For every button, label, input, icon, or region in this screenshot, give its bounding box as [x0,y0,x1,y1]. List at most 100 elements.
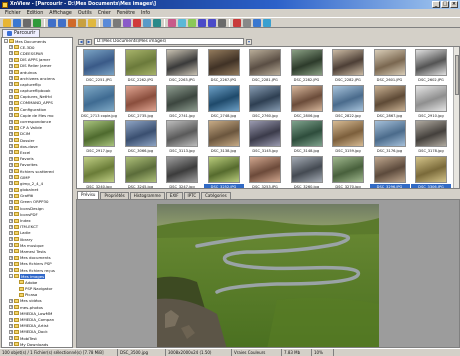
thumbnail[interactable]: DSC_2910.jpg [410,84,452,120]
expand-icon[interactable]: + [9,107,13,112]
expand-icon[interactable]: + [9,113,13,118]
expand-icon[interactable]: + [9,169,13,174]
expand-icon[interactable]: + [9,336,13,341]
thumbnail[interactable]: DSC_3296.JPG [369,155,411,188]
thumbnail[interactable]: DSC_2282.JPG [286,48,328,84]
convert-icon[interactable] [188,18,196,27]
thumbnail[interactable]: DSC_3252.JPG [203,155,245,188]
slideshow-icon[interactable] [168,18,176,27]
expand-icon[interactable]: + [9,329,13,334]
expand-icon[interactable]: + [9,156,13,161]
back-icon[interactable]: ◀ [78,38,84,45]
expand-icon[interactable]: + [9,45,13,50]
thumbnail[interactable]: DSC_2806.jpg [286,84,328,120]
expand-icon[interactable]: + [9,162,13,167]
thumbnail[interactable]: DSC_3145.jpg [244,119,286,155]
tab-preview-4[interactable]: IPTC [183,192,201,199]
expand-icon[interactable]: + [9,261,13,266]
expand-icon[interactable]: + [9,150,13,155]
menu-fichier[interactable]: Fichier [2,11,24,16]
thumbnail[interactable]: DSC_3176.jpg [369,119,411,155]
compare-icon[interactable] [178,18,186,27]
path-input[interactable]: D:\Mes Documents\Mes images\ [94,38,244,45]
delete-icon[interactable] [133,18,141,27]
thumbnail[interactable]: DSC_2917.jpg [78,119,120,155]
scrollbar-thumb[interactable] [455,55,459,95]
thumbnail[interactable]: DSC_2281.JPG [244,48,286,84]
menu-outils[interactable]: Outils [75,11,95,16]
view-icon[interactable] [153,18,161,27]
dropdown-chevron-icon[interactable]: ▾ [246,38,252,45]
expand-icon[interactable]: + [9,144,13,149]
expand-icon[interactable]: + [9,305,13,310]
thumbnail[interactable]: DSC_2741.jpg [161,84,203,120]
thumbnail[interactable]: DSC_3253.JPG [244,155,286,188]
thumbnail[interactable]: DSC_2760.jpg [244,84,286,120]
move-icon[interactable] [123,18,131,27]
thumbnail[interactable]: DSC_3240.jpg [78,155,120,188]
thumbnail[interactable]: DSC_2602.JPG [410,48,452,84]
expand-icon[interactable]: + [9,175,13,180]
thumbnail[interactable]: DSC_3306.JPG [410,155,452,188]
menu-info[interactable]: Info [138,11,153,16]
thumbnail[interactable]: DSC_3270.jpg [327,155,369,188]
minimize-icon[interactable]: _ [432,1,440,8]
thumbnails-icon[interactable] [103,18,111,27]
thumbnail[interactable]: DSC_2262.JPG [120,48,162,84]
tab-preview-1[interactable]: Propriétés [100,192,129,199]
rotate-right-icon[interactable] [208,18,216,27]
thumbnail[interactable]: DSC_3138.jpg [203,119,245,155]
menu-fenetre[interactable]: Fenêtre [114,11,138,16]
tab-preview-0[interactable]: Prévisu [77,191,100,199]
thumbnail[interactable]: DSC_3260.jpg [286,155,328,188]
thumbnail[interactable]: DSC_2263.JPG [161,48,203,84]
expand-icon[interactable]: + [9,181,13,186]
expand-icon[interactable]: + [9,125,13,130]
thumbnail-scrollbar[interactable] [453,47,459,188]
tab-preview-2[interactable]: Histogramme [129,192,165,199]
thumbnail[interactable]: DSC_2282.JPG [327,48,369,84]
expand-icon[interactable]: + [9,51,13,56]
forward-icon[interactable] [58,18,66,27]
thumbnail-grid[interactable]: DSC_3306.JPG DSC_3296.JPG DSC_3270.jpg DSC_… [76,46,460,189]
expand-icon[interactable]: + [9,249,13,254]
maximize-icon[interactable]: □ [441,1,449,8]
expand-icon[interactable]: + [9,342,13,347]
settings-icon[interactable] [243,18,251,27]
expand-icon[interactable]: + [9,82,13,87]
expand-icon[interactable]: + [9,298,13,303]
forward-icon[interactable]: ▶ [86,38,92,45]
thumbnail[interactable]: DSC_2601.JPG [369,48,411,84]
expand-icon[interactable]: + [9,119,13,124]
expand-icon[interactable]: + [9,100,13,105]
scan-icon[interactable] [218,18,226,27]
expand-icon[interactable]: + [9,94,13,99]
info-icon[interactable] [263,18,271,27]
thumbnail[interactable]: DSC_3148.jpg [286,119,328,155]
thumbnail[interactable]: DSC_2713 copie.jpg [78,84,120,120]
expand-icon[interactable]: + [9,311,13,316]
expand-icon[interactable]: + [9,138,13,143]
expand-icon[interactable]: + [9,63,13,68]
thumbnail[interactable]: DSC_2267.JPG [203,48,245,84]
expand-icon[interactable]: + [9,70,13,75]
expand-icon[interactable]: + [9,224,13,229]
print-icon[interactable] [23,18,31,27]
rename-icon[interactable] [143,18,151,27]
thumbnail[interactable]: DSC_2867.jpg [369,84,411,120]
expand-icon[interactable]: + [9,76,13,81]
thumbnail[interactable]: DSC_3113.jpg [161,119,203,155]
save-icon[interactable] [13,18,21,27]
menu-edition[interactable]: Edition [24,11,47,16]
expand-icon[interactable]: + [9,131,13,136]
expand-icon[interactable]: + [9,237,13,242]
expand-icon[interactable]: + [9,199,13,204]
thumbnail[interactable]: DSC_2748.jpg [203,84,245,120]
tab-preview-3[interactable]: EXIF [165,192,183,199]
folder-tree[interactable]: - Mes Documents + CE-3D0 + CDEESSPAR + DIS APPS… [1,37,73,348]
folder-icon[interactable] [88,18,96,27]
thumbnail[interactable]: DSC_2251.JPG [78,48,120,84]
expand-icon[interactable]: + [9,243,13,248]
close-icon[interactable]: × [450,1,458,8]
expand-icon[interactable]: + [9,255,13,260]
